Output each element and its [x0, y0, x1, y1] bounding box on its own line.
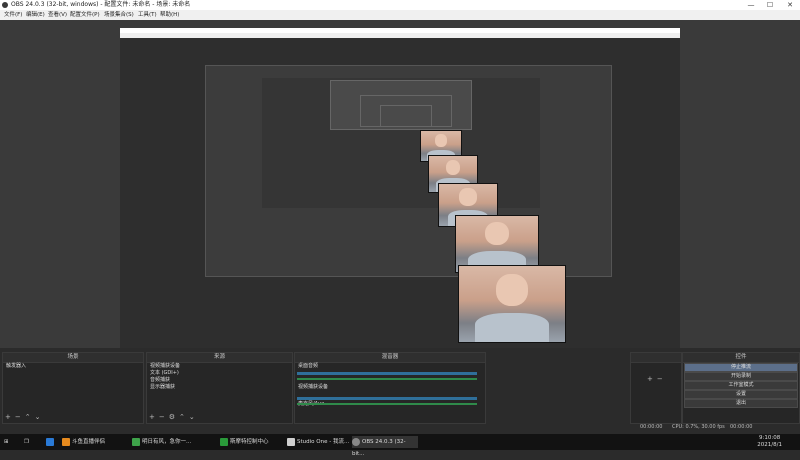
- menu-file[interactable]: 文件(F): [4, 10, 22, 20]
- exit-button[interactable]: 退出: [684, 399, 798, 408]
- close-button[interactable]: ✕: [783, 0, 797, 10]
- source-item[interactable]: 显示器捕获: [147, 384, 292, 391]
- transitions-header: [631, 353, 681, 363]
- studio-mode-button[interactable]: 工作室模式: [684, 381, 798, 390]
- windows-start-icon[interactable]: ⊞: [4, 436, 9, 448]
- menu-view[interactable]: 查看(V): [48, 10, 67, 20]
- transitions-toolbar: +−: [647, 375, 667, 383]
- taskbar: ⊞ ❐ 斗鱼直播伴侣 明日有风，急你一... 斯摩特控制中心 Studio On…: [0, 434, 800, 457]
- control-center-icon: [220, 437, 228, 446]
- scenes-toolbar: +−⌃⌄: [5, 413, 45, 421]
- task-view-icon[interactable]: ❐: [24, 436, 29, 448]
- add-source-button[interactable]: +: [149, 413, 159, 421]
- minimize-button[interactable]: —: [744, 0, 758, 10]
- scenes-header: 场景: [3, 353, 143, 363]
- source-item[interactable]: 文本 (GDI+): [147, 370, 292, 377]
- remove-source-button[interactable]: −: [159, 413, 169, 421]
- title-bar: OBS 24.0.3 (32-bit, windows) - 配置文件: 未命名…: [0, 0, 800, 10]
- menu-edit[interactable]: 编辑(E): [26, 10, 45, 20]
- taskbar-app[interactable]: 斯摩特控制中心: [220, 436, 282, 448]
- add-transition-button[interactable]: +: [647, 375, 657, 383]
- start-recording-button[interactable]: 开始录制: [684, 372, 798, 381]
- edge-browser-icon[interactable]: [46, 436, 56, 448]
- tunnel-frame: [380, 105, 432, 127]
- wechat-icon: [132, 437, 140, 446]
- mixer-header: 混音器: [295, 353, 485, 363]
- menu-profile[interactable]: 配置文件(P): [70, 10, 100, 20]
- sources-toolbar: +−⚙⌃⌄: [149, 413, 199, 421]
- taskbar-app[interactable]: 明日有风，急你一...: [132, 436, 212, 448]
- source-item[interactable]: 视频捕获设备: [147, 363, 292, 370]
- mixer-track-name: 桌面音频: [298, 363, 319, 369]
- transitions-panel: +−: [630, 352, 682, 424]
- volume-slider[interactable]: [297, 403, 477, 405]
- mixer-panel: 混音器 桌面音频 视频捕获设备 麦克风/Aux: [294, 352, 486, 424]
- move-down-button[interactable]: ⌄: [189, 413, 199, 421]
- move-down-button[interactable]: ⌄: [35, 413, 45, 421]
- source-item[interactable]: 音频捕获: [147, 377, 292, 384]
- volume-slider[interactable]: [297, 378, 477, 380]
- webcam-image: [458, 265, 566, 343]
- gear-icon[interactable]: ⚙: [169, 413, 179, 421]
- menu-bar: 文件(F) 编辑(E) 查看(V) 配置文件(P) 场景集合(S) 工具(T) …: [0, 10, 800, 20]
- taskbar-app[interactable]: 斗鱼直播伴侣: [62, 436, 124, 448]
- cpu-status: CPU: 0.7%, 30.00 fps: [672, 424, 725, 430]
- scenes-panel: 场景 触发器入 +−⌃⌄: [2, 352, 144, 424]
- add-scene-button[interactable]: +: [5, 413, 15, 421]
- remove-scene-button[interactable]: −: [15, 413, 25, 421]
- nested-menu-bar: [120, 33, 680, 38]
- sources-header: 来源: [147, 353, 292, 363]
- clock-date: 2021/8/1: [757, 442, 782, 448]
- mixer-track-name: 视频捕获设备: [298, 384, 329, 390]
- clock-time: 9:10:08: [759, 435, 781, 441]
- maximize-button[interactable]: ☐: [763, 0, 777, 10]
- volume-meter: [297, 397, 477, 400]
- move-up-button[interactable]: ⌃: [179, 413, 189, 421]
- stream-time: 00:00:00: [730, 424, 753, 430]
- window-title: OBS 24.0.3 (32-bit, windows) - 配置文件: 未命名…: [11, 1, 191, 8]
- stop-streaming-button[interactable]: 停止推流: [684, 363, 798, 372]
- preview-canvas[interactable]: [0, 20, 800, 353]
- taskbar-app-active[interactable]: OBS 24.0.3 (32-bit...: [352, 436, 418, 457]
- obs-icon: [352, 437, 360, 446]
- obs-app-icon: [2, 2, 8, 8]
- rec-time: 00:00:00: [640, 424, 663, 430]
- studio-one-icon: [287, 437, 295, 446]
- menu-tools[interactable]: 工具(T): [138, 10, 157, 20]
- remove-transition-button[interactable]: −: [657, 375, 667, 383]
- controls-header: 控件: [683, 353, 799, 363]
- scene-item[interactable]: 触发器入: [3, 363, 143, 370]
- volume-meter: [297, 372, 477, 375]
- system-clock[interactable]: 9:10:08 2021/8/1: [757, 435, 782, 449]
- menu-scene-collection[interactable]: 场景集合(S): [104, 10, 134, 20]
- sources-panel: 来源 视频捕获设备 文本 (GDI+) 音频捕获 显示器捕获 +−⚙⌃⌄: [146, 352, 293, 424]
- taskbar-app[interactable]: Studio One - 我流...: [287, 436, 351, 448]
- menu-help[interactable]: 帮助(H): [160, 10, 179, 20]
- settings-button[interactable]: 设置: [684, 390, 798, 399]
- douyu-icon: [62, 437, 70, 446]
- move-up-button[interactable]: ⌃: [25, 413, 35, 421]
